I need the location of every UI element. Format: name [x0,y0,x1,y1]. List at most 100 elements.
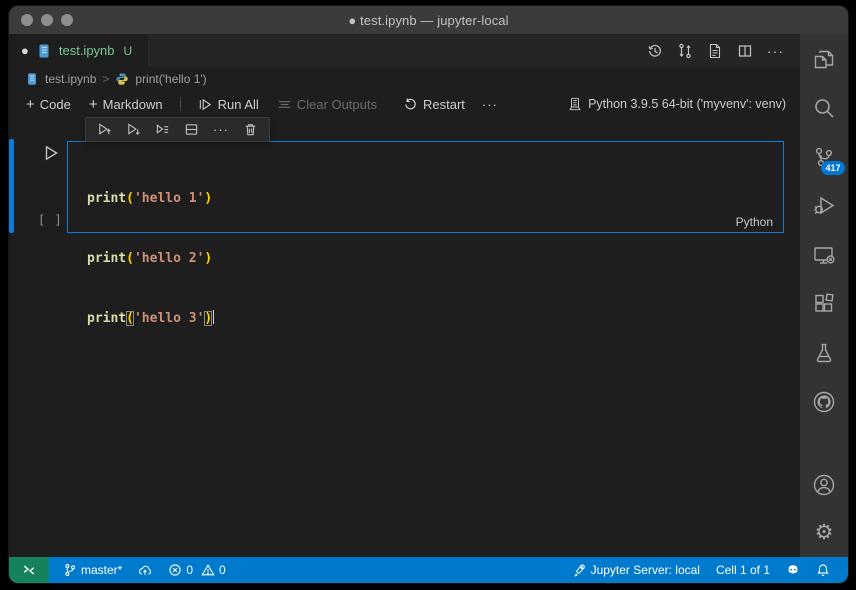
kernel-environment-icon [568,97,582,111]
error-icon [168,563,182,577]
kernel-label: Python 3.9.5 64-bit ('myvenv': venv) [588,97,786,111]
cell-position-label: Cell 1 of 1 [716,563,770,577]
copilot-status[interactable] [780,557,806,583]
add-code-cell-button[interactable]: + Code [19,95,78,114]
git-branch-icon [63,563,77,577]
plus-icon: + [26,97,35,112]
add-code-label: Code [40,97,71,112]
sidebar-item-source-control[interactable]: 417 [811,144,837,170]
traffic-lights [21,14,73,26]
remote-indicator[interactable] [9,557,49,583]
sidebar-item-github[interactable] [811,389,837,415]
status-bar-right: Jupyter Server: local Cell 1 of 1 [567,557,836,583]
unsaved-dot-icon[interactable]: ● [21,44,29,57]
sidebar-item-explorer[interactable] [811,46,837,72]
add-markdown-cell-button[interactable]: + Markdown [82,95,170,114]
branch-name: master* [81,563,122,577]
sidebar-item-testing[interactable] [811,340,837,366]
desktop: ● test.ipynb — jupyter-local ● test.i [0,0,856,590]
breadcrumb-symbol[interactable]: print('hello 1') [135,72,206,86]
run-all-button[interactable]: Run All [191,95,266,114]
notifications-button[interactable] [810,557,836,583]
git-status-badge: U [124,44,133,58]
search-icon [812,96,836,120]
kernel-picker[interactable]: Python 3.9.5 64-bit ('myvenv': venv) [568,97,786,111]
notebook-toolbar: + Code + Markdown Run All [9,91,800,117]
run-above-icon[interactable] [97,122,112,137]
cell-language-picker[interactable]: Python [736,215,773,229]
problems-status[interactable]: 0 0 [162,557,231,583]
delete-cell-icon[interactable] [243,122,258,137]
tab-bar: ● test.ipynb U [9,34,800,67]
tab-test-ipynb[interactable]: ● test.ipynb U [9,34,149,67]
history-icon[interactable] [647,43,663,59]
more-cell-actions-icon[interactable]: ··· [213,122,229,137]
accounts-button[interactable] [811,472,837,498]
run-debug-icon [812,194,836,218]
remote-indicator-icon [22,563,36,577]
cell-toolbar: ··· [85,117,270,142]
restart-label: Restart [423,97,465,112]
plus-icon: + [89,97,98,112]
publish-changes-button[interactable] [132,557,158,583]
split-editor-icon[interactable] [737,43,753,59]
breadcrumb-separator: > [102,72,109,86]
settings-button[interactable]: ⚙ [811,521,837,547]
remote-explorer-icon [812,243,836,267]
toolbar-divider [180,97,181,111]
more-actions-icon[interactable]: ··· [767,43,784,59]
title-bar: ● test.ipynb — jupyter-local [9,6,848,34]
vscode-window: ● test.ipynb — jupyter-local ● test.i [8,5,849,584]
status-bar: master* 0 0 [9,557,848,583]
split-cell-icon[interactable] [184,122,199,137]
sidebar-item-remote-explorer[interactable] [811,242,837,268]
toolbar-more-button[interactable]: ··· [476,95,504,114]
extensions-icon [812,292,836,316]
text-cursor [213,310,215,324]
breadcrumb-file[interactable]: test.ipynb [45,72,96,86]
run-all-label: Run All [218,97,259,112]
clear-outputs-button[interactable]: Clear Outputs [270,95,384,114]
notebook-icon [25,72,39,86]
restart-button[interactable]: Restart [396,95,472,114]
clear-outputs-icon [277,97,292,112]
numbered-file-icon[interactable] [707,43,723,59]
cell-position-status[interactable]: Cell 1 of 1 [710,557,776,583]
add-markdown-label: Markdown [103,97,163,112]
git-branch-status[interactable]: master* [57,557,128,583]
copilot-icon [786,563,800,577]
warning-count: 0 [219,563,226,577]
window-title: ● test.ipynb — jupyter-local [348,13,508,28]
sidebar-item-run-debug[interactable] [811,193,837,219]
maximize-window-button[interactable] [61,14,73,26]
warning-icon [201,563,215,577]
sidebar-item-extensions[interactable] [811,291,837,317]
code-cell[interactable]: print('hello 1') print('hello 2') print(… [67,141,784,233]
testing-icon [812,341,836,365]
code-line[interactable]: print('hello 3') [87,309,783,329]
cloud-upload-icon [138,563,152,577]
run-by-line-icon[interactable] [155,122,170,137]
jupyter-rocket-icon [573,563,587,577]
notebook-editor: ··· [ ] print('hello 1') print('hello 2'… [9,117,800,557]
jupyter-server-status[interactable]: Jupyter Server: local [567,557,706,583]
cell-code[interactable]: print('hello 1') print('hello 2') print(… [68,142,783,369]
status-bar-main: master* 0 0 [49,557,848,583]
execution-count: [ ] [38,213,63,227]
close-window-button[interactable] [21,14,33,26]
breadcrumb: test.ipynb > print('hello 1') [9,67,800,91]
compare-changes-icon[interactable] [677,43,693,59]
python-icon [115,72,129,86]
run-cell-button[interactable] [42,144,60,162]
jupyter-server-label: Jupyter Server: local [591,563,700,577]
code-line[interactable]: print('hello 1') [87,189,783,209]
run-below-icon[interactable] [126,122,141,137]
scm-pending-badge: 417 [821,161,845,175]
tab-label: test.ipynb [59,43,115,58]
sidebar-item-search[interactable] [811,95,837,121]
clear-outputs-label: Clear Outputs [297,97,377,112]
minimize-window-button[interactable] [41,14,53,26]
code-line[interactable]: print('hello 2') [87,249,783,269]
settings-gear-icon: ⚙ [811,521,837,545]
error-count: 0 [186,563,193,577]
